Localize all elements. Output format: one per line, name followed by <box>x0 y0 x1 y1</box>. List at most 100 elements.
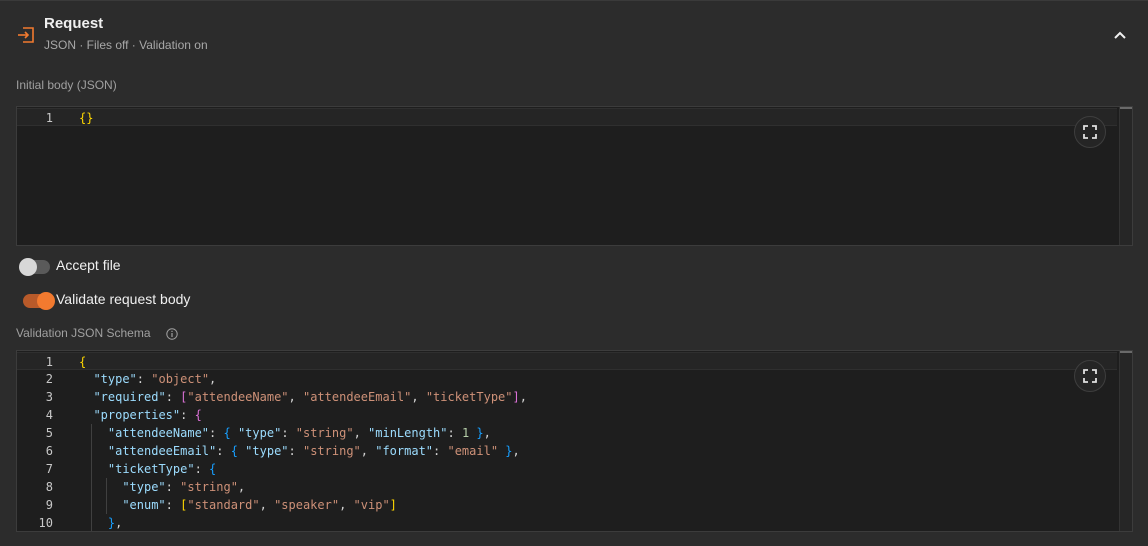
code-token: "type" <box>93 372 137 386</box>
initial-body-editor[interactable]: 1 {} <box>16 106 1133 246</box>
code-token: "attendeeName" <box>107 426 210 440</box>
code-token: "properties" <box>93 408 181 422</box>
line-number: 1 <box>45 355 53 369</box>
indent-guide <box>105 496 107 514</box>
line-number: 3 <box>45 390 53 404</box>
code-line: 1{ <box>17 352 1117 370</box>
validate-body-toggle[interactable] <box>23 292 55 310</box>
indent-guide <box>91 442 93 460</box>
request-header[interactable]: Request JSON · Files off · Validation on <box>0 1 1148 63</box>
code-token: "vip" <box>353 498 390 512</box>
code-text: { <box>79 353 86 371</box>
code-line: 6 "attendeeEmail": { "type": "string", "f… <box>17 442 1117 460</box>
code-token: : <box>209 426 224 440</box>
line-number: 8 <box>45 480 53 494</box>
code-token: } <box>476 426 484 440</box>
line-number: 7 <box>45 462 53 476</box>
code-token: : <box>216 444 231 458</box>
line-number: 9 <box>45 498 53 512</box>
code-token: : <box>281 426 296 440</box>
scrollbar-thumb[interactable] <box>1120 351 1132 353</box>
validate-body-label: Validate request body <box>56 291 191 307</box>
code-token: , <box>411 390 426 404</box>
line-number: 2 <box>45 372 53 386</box>
accept-file-label: Accept file <box>56 257 121 273</box>
toggle-knob <box>37 292 55 310</box>
code-token: , <box>353 426 369 440</box>
request-title: Request <box>44 15 104 32</box>
line-number: 4 <box>45 408 53 422</box>
code-line: 2 "type": "object", <box>17 370 1117 388</box>
code-token: , <box>237 480 246 494</box>
line-number: 6 <box>45 444 53 458</box>
schema-label: Validation JSON Schema <box>16 326 151 340</box>
code-token: "minLength" <box>368 426 448 440</box>
code-token: "type" <box>245 444 289 458</box>
code-text: "enum": ["standard", "speaker", "vip"] <box>122 496 397 514</box>
code-token: : <box>447 426 462 440</box>
code-token: ] <box>512 390 520 404</box>
code-token: , <box>259 498 275 512</box>
code-token: { <box>79 355 87 369</box>
code-token: { <box>230 444 238 458</box>
code-text: {} <box>79 109 93 127</box>
info-icon[interactable] <box>166 327 178 340</box>
code-token: , <box>209 372 217 386</box>
code-token: "speaker" <box>274 498 340 512</box>
code-token: "ticketType" <box>425 390 513 404</box>
toggle-knob <box>19 258 37 276</box>
indent-guide <box>105 478 107 496</box>
code-token: : <box>165 390 181 404</box>
code-token: "string" <box>180 480 238 494</box>
enter-arrow-icon <box>16 25 36 45</box>
line-number: 1 <box>45 111 53 125</box>
code-token: : <box>180 408 195 422</box>
code-line: 1 {} <box>17 108 1117 126</box>
code-token: : <box>288 444 303 458</box>
code-token: ] <box>389 498 397 512</box>
code-token: "type" <box>237 426 282 440</box>
code-text: "attendeeEmail": { "type": "string", "fo… <box>108 442 520 460</box>
code-token: "string" <box>302 444 361 458</box>
code-token: {} <box>79 111 94 125</box>
code-text: "type": "object", <box>93 370 216 388</box>
code-token: , <box>288 390 303 404</box>
code-token: "type" <box>122 480 166 494</box>
code-text: "ticketType": { <box>108 460 216 478</box>
code-token: { <box>223 426 231 440</box>
code-token: : <box>165 480 181 494</box>
line-number: 10 <box>38 516 53 530</box>
code-token: , <box>483 426 491 440</box>
code-token: "attendeeEmail" <box>107 444 217 458</box>
chevron-up-icon[interactable] <box>1108 25 1132 45</box>
code-token: , <box>115 516 123 530</box>
code-token: : <box>165 498 181 512</box>
code-token: , <box>339 498 354 512</box>
code-token: } <box>505 444 513 458</box>
indent-guide <box>91 460 93 478</box>
code-token: , <box>519 390 527 404</box>
line-number: 5 <box>45 426 53 440</box>
code-token: "attendeeName" <box>187 390 289 404</box>
code-token: { <box>209 462 217 476</box>
schema-editor[interactable]: 1{2 "type": "object", 3 "required": ["atten… <box>16 350 1133 532</box>
expand-initial-body-button[interactable] <box>1074 116 1106 148</box>
editor-scrollbar[interactable] <box>1119 351 1132 531</box>
code-token: "standard" <box>187 498 260 512</box>
code-line: 9 "enum": ["standard", "speaker", "vip"] <box>17 496 1117 514</box>
code-token: "required" <box>93 390 166 404</box>
code-line: 5 "attendeeName": { "type": "string", "mi… <box>17 424 1117 442</box>
code-line: 4 "properties": { <box>17 406 1117 424</box>
code-text: "required": ["attendeeName", "attendeeEm… <box>93 388 527 406</box>
code-token: "ticketType" <box>107 462 195 476</box>
code-text: }, <box>108 514 123 531</box>
code-token: "format" <box>375 444 434 458</box>
expand-schema-button[interactable] <box>1074 360 1106 392</box>
code-token: : <box>136 372 152 386</box>
accept-file-toggle[interactable] <box>19 258 50 276</box>
editor-scrollbar[interactable] <box>1119 107 1132 245</box>
indent-guide <box>91 514 93 531</box>
code-text: "type": "string", <box>122 478 245 496</box>
scrollbar-thumb[interactable] <box>1120 107 1132 109</box>
